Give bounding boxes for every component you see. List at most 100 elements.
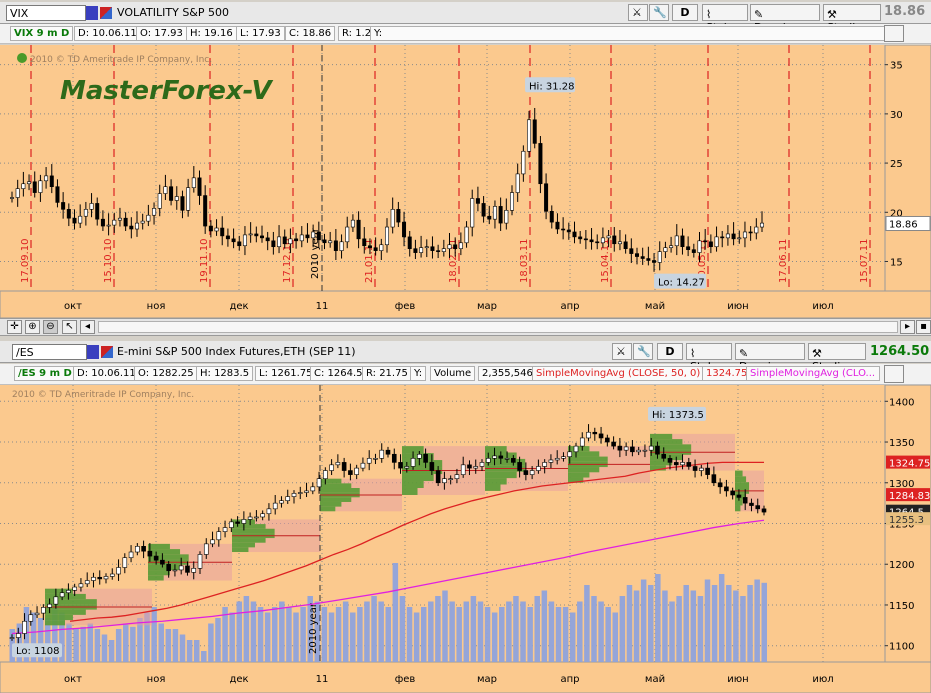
symbol-input-es[interactable]: /ES <box>12 344 87 360</box>
candle-body <box>592 431 598 435</box>
candle-body <box>329 464 334 471</box>
candle-body <box>169 186 174 201</box>
candle-body <box>441 248 446 252</box>
studies-button[interactable]: ⚒Studies <box>808 343 866 373</box>
candle-body <box>91 576 96 581</box>
wrench-icon[interactable]: 🔧 <box>649 4 669 21</box>
candle-body <box>617 241 622 245</box>
candle-body <box>561 228 566 231</box>
candle-body <box>674 235 679 247</box>
volume-bar <box>321 607 328 662</box>
scroll-left-icon[interactable]: ◂ <box>80 320 95 334</box>
volume-profile-bar <box>232 528 275 534</box>
candle-body <box>724 486 729 492</box>
symbol-input-vix[interactable]: VIX <box>6 5 86 21</box>
expiration-date-label: 17.09.10 <box>20 238 31 283</box>
pan-icon[interactable]: ✛ <box>7 320 22 334</box>
candle-body <box>442 478 447 484</box>
candle-body <box>417 453 422 459</box>
volume-bar <box>718 574 725 662</box>
crosshair-icon[interactable]: ⚔ <box>628 4 648 21</box>
expiration-date-label: 19.11.10 <box>199 238 210 283</box>
lo-label: Lo: 14.27 <box>658 278 705 289</box>
expiration-date-label: 17.06.11 <box>778 238 789 283</box>
drawings-button[interactable]: ✎Drawings <box>735 343 805 373</box>
vix-title: VOLATILITY S&P 500 <box>117 6 229 19</box>
candle-body <box>316 231 321 241</box>
symbol-dropdown-icon[interactable] <box>86 6 98 20</box>
candle-body <box>583 238 588 241</box>
volume-profile-bar <box>320 506 336 512</box>
drawings-button[interactable]: ✎Drawings <box>750 4 820 34</box>
candle-body <box>623 446 629 451</box>
candle-body <box>548 459 554 463</box>
wrench-icon[interactable]: 🔧 <box>633 343 653 360</box>
candle-body <box>216 531 222 541</box>
candle-body <box>89 203 94 210</box>
candle-body <box>248 233 253 236</box>
volume-bar <box>271 607 278 662</box>
candle-body <box>711 474 717 484</box>
volume-bar <box>371 596 377 662</box>
sma200-label: SimpleMovingAvg (CLO... <box>746 366 880 381</box>
volume-bar <box>300 607 306 662</box>
candle-body <box>517 462 522 471</box>
candle-body <box>697 240 702 253</box>
volume-bar <box>683 585 689 662</box>
candle-body <box>492 455 497 459</box>
expand-icon[interactable]: ▪ <box>916 320 931 334</box>
style-button[interactable]: ⌇Style <box>702 4 748 34</box>
y-tick-label: 1100 <box>889 642 914 653</box>
candle-body <box>634 253 639 257</box>
candle-body <box>424 246 429 249</box>
zoom-in-icon[interactable]: ⊕ <box>25 320 40 334</box>
scroll-track[interactable] <box>98 321 898 333</box>
candle-body <box>605 437 610 443</box>
candle-body <box>310 486 316 492</box>
studies-button[interactable]: ⚒Studies <box>823 4 881 34</box>
volume-profile-bar <box>320 497 352 502</box>
candle-body <box>174 196 179 201</box>
candle-body <box>578 236 583 240</box>
x-tick-label: фев <box>395 674 416 685</box>
volume-bar <box>548 601 555 662</box>
candle-body <box>504 458 510 460</box>
candle-body <box>600 237 605 244</box>
candle-body <box>220 227 225 237</box>
candle-body <box>436 250 441 252</box>
candle-body <box>586 431 591 439</box>
candle-body <box>84 580 90 585</box>
timeframe-button[interactable]: D <box>672 4 698 21</box>
volume-profile-bar <box>45 620 65 626</box>
cursor-icon[interactable]: ↖ <box>62 320 77 334</box>
candle-body <box>299 234 304 242</box>
crosshair-icon[interactable]: ⚔ <box>612 343 632 360</box>
candle-body <box>572 231 577 238</box>
x-tick-label: дек <box>229 674 248 685</box>
style-button[interactable]: ⌇Style <box>686 343 732 373</box>
candle-body <box>103 576 109 580</box>
x-tick-label: 11 <box>316 674 329 685</box>
candle-body <box>229 521 234 528</box>
candle-body <box>140 220 145 224</box>
chart-expand-icon[interactable] <box>884 25 904 42</box>
volume-bar <box>94 629 101 662</box>
volume-bar <box>704 579 711 662</box>
timeframe-button[interactable]: D <box>657 343 683 360</box>
volume-profile-bar <box>320 501 342 507</box>
scroll-right-icon[interactable]: ▸ <box>900 320 915 334</box>
volume-bar <box>413 612 420 662</box>
es-high: H: 1283.5 <box>196 366 254 381</box>
candle-body <box>367 245 372 249</box>
zoom-out-icon[interactable]: ⊖ <box>43 320 58 334</box>
candle-body <box>304 490 309 493</box>
timeline-scrollbar[interactable]: ✛ ⊕ ⊖ ↖ ◂ ▸ ▪ <box>0 318 931 336</box>
volume-bar <box>633 590 640 662</box>
candle-body <box>630 446 635 453</box>
chart-expand-icon[interactable] <box>884 365 904 383</box>
expiration-date-label: 15.07.11 <box>859 238 870 283</box>
candle-body <box>157 193 162 209</box>
candle-body <box>470 198 475 228</box>
candle-body <box>34 612 40 616</box>
symbol-dropdown-icon[interactable] <box>87 345 99 359</box>
